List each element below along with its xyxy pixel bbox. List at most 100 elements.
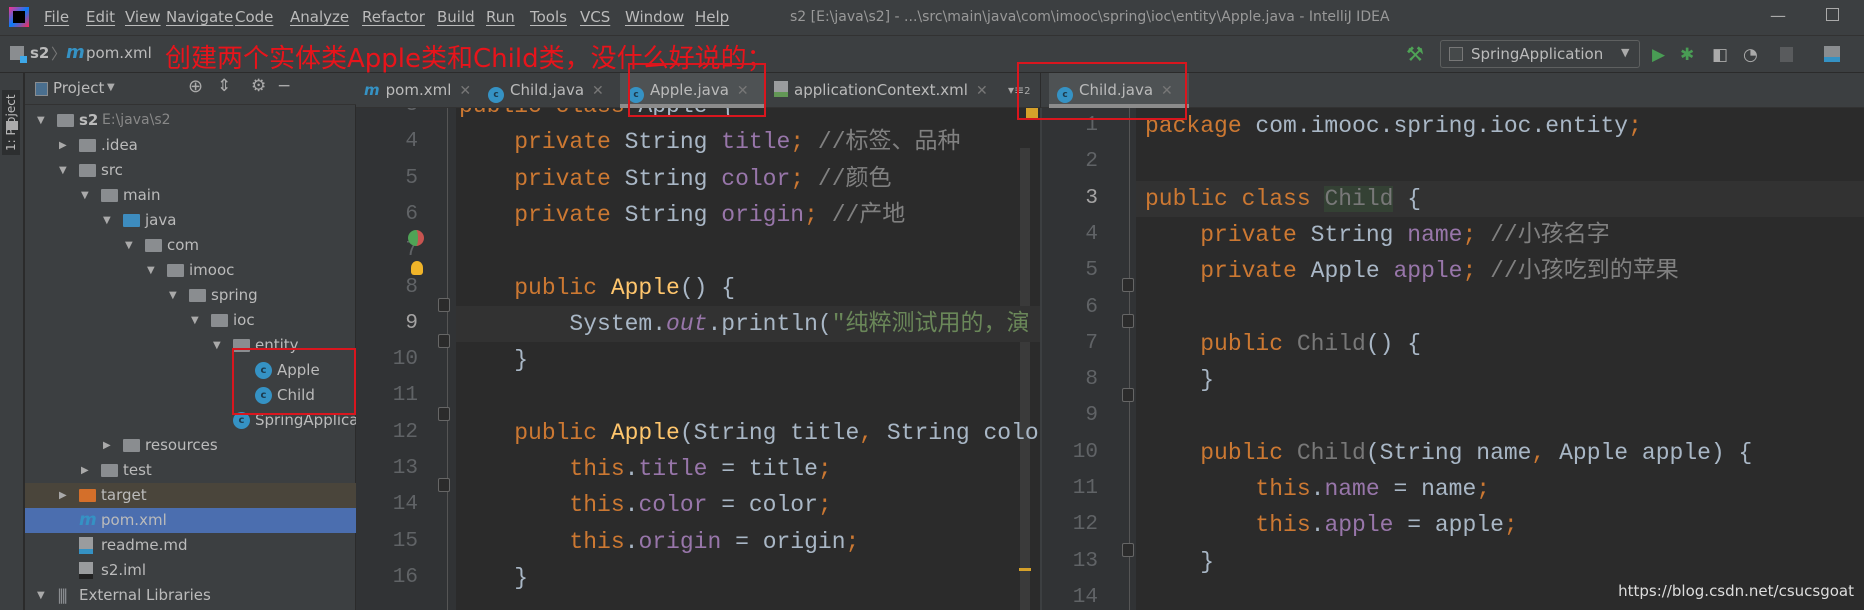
tree-item-spring[interactable]: ▼ spring <box>25 283 356 308</box>
close-icon[interactable]: ✕ <box>592 83 604 99</box>
fold-marker-icon[interactable] <box>1122 388 1134 402</box>
tree-item-label: resources <box>145 436 218 454</box>
run-icon[interactable]: ▶ <box>1652 45 1665 65</box>
expand-arrow-closed-icon[interactable]: ▶ <box>59 133 67 158</box>
line-number: 16 <box>392 565 418 589</box>
hide-panel-icon[interactable]: − <box>277 76 291 96</box>
menu-refactor[interactable]: Refactor <box>362 8 425 26</box>
tab-child-java[interactable]: c Child.java ✕ <box>1049 73 1189 108</box>
fold-marker-icon[interactable] <box>438 407 450 421</box>
tree-item-ioc[interactable]: ▼ ioc <box>25 308 356 333</box>
fold-marker-icon[interactable] <box>438 334 450 348</box>
minimize-button[interactable]: — <box>1770 6 1786 25</box>
gear-icon[interactable]: ⚙ <box>251 76 266 96</box>
restore-button[interactable] <box>1826 8 1839 21</box>
expand-arrow-open-icon[interactable]: ▼ <box>213 333 221 358</box>
code-token: ; <box>790 165 818 192</box>
collapse-all-icon[interactable]: ⇕ <box>217 76 231 96</box>
menu-view[interactable]: View <box>125 8 161 26</box>
expand-arrow-open-icon[interactable]: ▼ <box>37 108 45 133</box>
menu-file[interactable]: File <box>44 8 69 26</box>
tab-child-java[interactable]: c Child.java ✕ <box>480 73 620 108</box>
tab-applicationcontext-xml[interactable]: applicationContext.xml ✕ <box>766 73 1001 108</box>
tree-item-entity[interactable]: ▼ entity <box>25 333 356 358</box>
close-icon[interactable]: ✕ <box>459 83 471 99</box>
code-token: } <box>1145 367 1215 394</box>
code-token: package <box>1145 113 1256 139</box>
close-icon[interactable]: ✕ <box>1161 83 1173 99</box>
menu-tools[interactable]: Tools <box>530 8 567 26</box>
fold-marker-icon[interactable] <box>1122 278 1134 292</box>
left-code-editor[interactable]: 3 public class Apple {4 private String ti… <box>356 108 1040 610</box>
expand-arrow-open-icon[interactable]: ▼ <box>191 308 199 333</box>
lightbulb-icon[interactable] <box>411 261 423 275</box>
code-token: title <box>721 129 791 156</box>
tree-item-java[interactable]: ▼ java <box>25 208 356 233</box>
expand-arrow-open-icon[interactable]: ▼ <box>81 183 89 208</box>
tree-item-resources[interactable]: ▶ resources <box>25 433 356 458</box>
expand-arrow-closed-icon[interactable]: ▶ <box>103 433 111 458</box>
menu-navigate[interactable]: Navigate <box>166 8 233 26</box>
debug-bug-icon[interactable]: ✱ <box>1680 45 1694 65</box>
tree-item-readme-md[interactable]: readme.md <box>25 533 356 558</box>
fold-marker-icon[interactable] <box>438 478 450 492</box>
tree-item-com[interactable]: ▼ com <box>25 233 356 258</box>
chevron-down-icon[interactable]: ▼ <box>107 82 115 93</box>
tree-item-apple[interactable]: c Apple <box>25 358 356 383</box>
tree-item-src[interactable]: ▼ src <box>25 158 356 183</box>
tree-item-springapplica[interactable]: c SpringApplica <box>25 408 358 433</box>
expand-arrow-open-icon[interactable]: ▼ <box>147 258 155 283</box>
tree-item-main[interactable]: ▼ main <box>25 183 356 208</box>
tree-item-child[interactable]: c Child <box>25 383 356 408</box>
menu-window[interactable]: Window <box>625 8 684 26</box>
fold-marker-icon[interactable] <box>1122 543 1134 557</box>
tab-apple-java[interactable]: c Apple.java ✕ <box>620 73 766 108</box>
fold-marker-icon[interactable] <box>438 298 450 312</box>
project-structure-icon[interactable] <box>1824 46 1840 62</box>
menu-run[interactable]: Run <box>486 8 515 26</box>
menu-build[interactable]: Build <box>437 8 475 26</box>
run-config-select[interactable]: SpringApplication ▼ <box>1440 40 1640 68</box>
tree-item--idea[interactable]: ▶ .idea <box>25 133 356 158</box>
code-token: Child <box>1296 330 1366 357</box>
breadcrumb-pom[interactable]: pom.xml <box>86 44 152 62</box>
tab-overflow-button[interactable]: ▾≡2 <box>1008 83 1030 97</box>
tree-item-label: imooc <box>189 261 235 279</box>
menu-vcs[interactable]: VCS <box>580 8 610 26</box>
right-code-editor[interactable]: 1 package com.imooc.spring.ioc.entity; 2 3 p… <box>1040 108 1864 610</box>
tab-pom-xml[interactable]: m pom.xml ✕ <box>356 73 471 108</box>
build-hammer-icon[interactable]: ⚒ <box>1406 42 1424 66</box>
tree-item-s2-iml[interactable]: s2.iml <box>25 558 356 583</box>
expand-arrow-closed-icon[interactable]: ▶ <box>81 458 89 483</box>
profile-icon[interactable]: ◔ <box>1743 45 1758 65</box>
menu-code[interactable]: Code <box>235 8 273 26</box>
stop-icon[interactable] <box>1780 47 1793 62</box>
expand-arrow-open-icon[interactable]: ▼ <box>59 158 67 183</box>
close-icon[interactable]: ✕ <box>976 83 988 99</box>
expand-arrow-open-icon[interactable]: ▼ <box>169 283 177 308</box>
expand-arrow-open-icon[interactable]: ▼ <box>125 233 133 258</box>
tree-item-s2[interactable]: ▼ s2 E:\java\s2 <box>25 108 356 133</box>
spring-method-icon[interactable] <box>408 230 424 246</box>
locate-target-icon[interactable]: ⊕ <box>188 76 203 97</box>
coverage-icon[interactable]: ◧ <box>1712 45 1728 65</box>
tree-item-label: target <box>101 486 147 504</box>
fold-marker-icon[interactable] <box>1122 314 1134 328</box>
expand-arrow-open-icon[interactable]: ▼ <box>103 208 111 233</box>
expand-arrow-open-icon[interactable]: ▼ <box>37 583 45 608</box>
tree-item-external-libraries[interactable]: ▼ |||| External Libraries <box>25 583 356 608</box>
breadcrumb-s2[interactable]: s2 <box>30 44 49 62</box>
expand-arrow-closed-icon[interactable]: ▶ <box>59 483 67 508</box>
tree-item-test[interactable]: ▶ test <box>25 458 356 483</box>
menu-edit[interactable]: Edit <box>86 8 115 26</box>
project-view-selector[interactable]: Project <box>53 79 104 97</box>
code-line: this.name = name; <box>1145 471 1490 507</box>
tab-label: Child.java <box>510 81 585 99</box>
scrollbar[interactable] <box>1020 148 1030 610</box>
menu-help[interactable]: Help <box>695 8 729 26</box>
tree-item-imooc[interactable]: ▼ imooc <box>25 258 356 283</box>
menu-analyze[interactable]: Analyze <box>290 8 349 26</box>
tree-item-target[interactable]: ▶ target <box>25 483 356 508</box>
close-icon[interactable]: ✕ <box>737 83 749 99</box>
tree-item-pom-xml[interactable]: m pom.xml <box>25 508 356 533</box>
